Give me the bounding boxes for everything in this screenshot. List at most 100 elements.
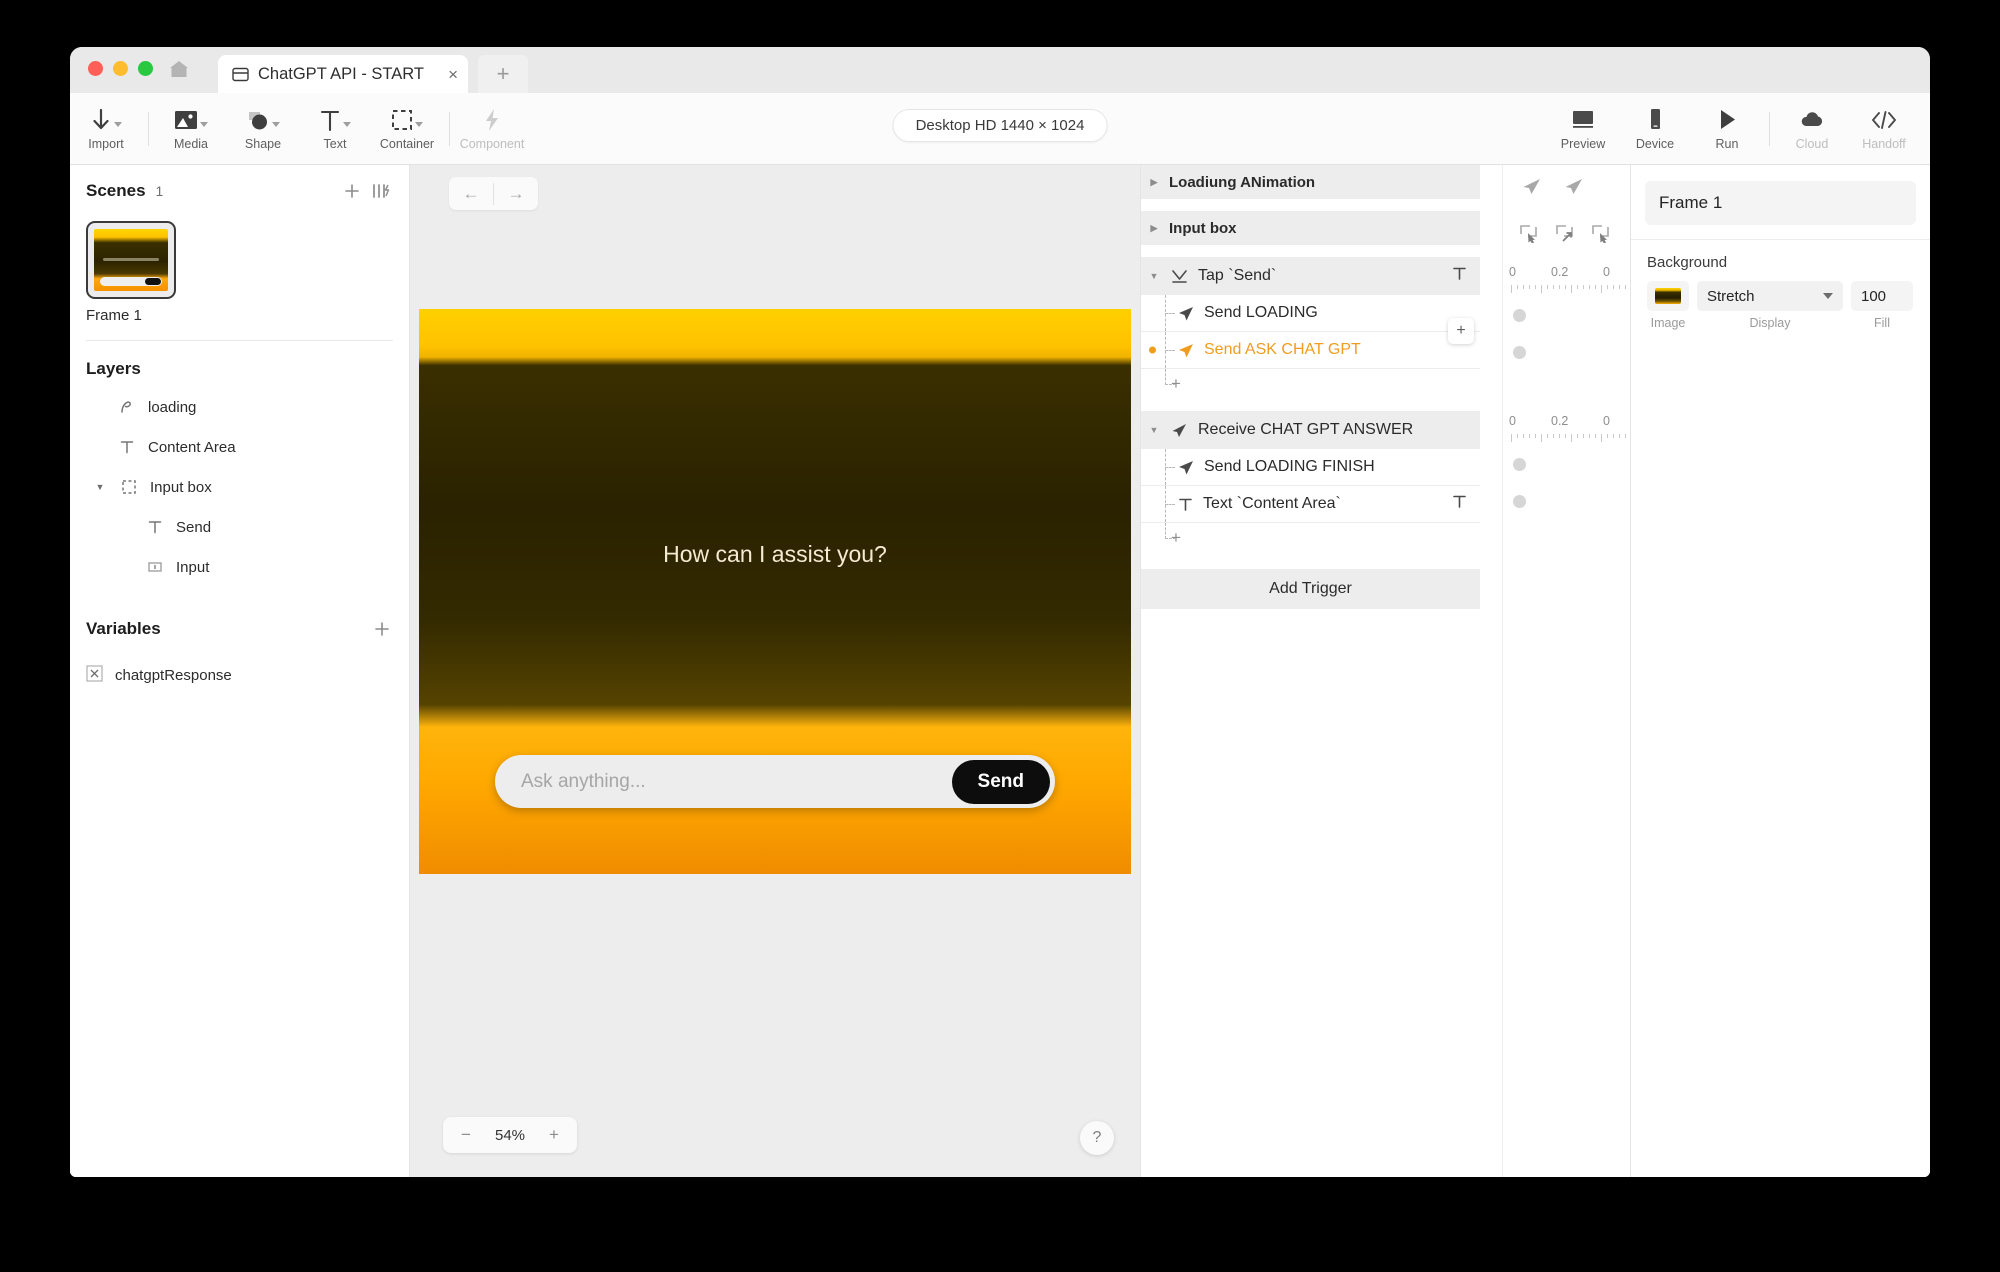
tool-component[interactable]: Component	[456, 93, 528, 164]
trigger-receive-chat-gpt-answer[interactable]: ▼ Receive CHAT GPT ANSWER	[1141, 411, 1480, 449]
receive-icon[interactable]	[1521, 177, 1543, 201]
action-send-ask-chat-gpt[interactable]: Send ASK CHAT GPT	[1141, 332, 1480, 369]
chevron-right-icon[interactable]: ▶	[1147, 223, 1161, 234]
scene-thumbnail-frame-1[interactable]	[86, 221, 176, 299]
layer-label: Input box	[150, 479, 212, 496]
tool-handoff-label: Handoff	[1862, 137, 1906, 151]
tool-shape-label: Shape	[245, 137, 281, 151]
tool-run[interactable]: Run	[1691, 93, 1763, 164]
move-frame-icon[interactable]	[1555, 224, 1575, 248]
add-variable-button[interactable]	[373, 620, 391, 638]
tool-cloud[interactable]: Cloud	[1776, 93, 1848, 164]
fill-input[interactable]: 100	[1851, 281, 1913, 311]
ruler-tick-1: 0.2	[1551, 265, 1568, 279]
tool-handoff[interactable]: Handoff	[1848, 93, 1920, 164]
close-tab-button[interactable]: ×	[448, 66, 458, 83]
trigger-group-label: Input box	[1169, 220, 1237, 237]
frame-name-field[interactable]: Frame 1	[1645, 181, 1916, 225]
variable-icon	[86, 665, 103, 686]
frame-input-bar[interactable]: Ask anything... Send	[495, 755, 1055, 808]
keyframe-dot[interactable]	[1513, 495, 1526, 508]
background-image-swatch[interactable]	[1647, 281, 1689, 311]
layer-item-input[interactable]: Input	[70, 547, 409, 587]
scenes-title: Scenes	[86, 181, 146, 201]
trigger-tap-send[interactable]: ▼ Tap `Send`	[1141, 257, 1480, 295]
tool-import[interactable]: Import	[70, 93, 142, 164]
action-send-loading-finish[interactable]: Send LOADING FINISH	[1141, 449, 1480, 486]
close-window-button[interactable]	[88, 61, 103, 76]
keyframe-dot[interactable]	[1513, 309, 1526, 322]
text-icon[interactable]	[1451, 493, 1468, 515]
action-send-loading[interactable]: Send LOADING +	[1141, 295, 1480, 332]
chevron-down-icon[interactable]: ▼	[92, 482, 108, 492]
nav-back-button[interactable]: ←	[449, 177, 493, 210]
frame-send-button[interactable]: Send	[952, 760, 1050, 804]
keyframe-dot[interactable]	[1513, 458, 1526, 471]
title-bar: ChatGPT API - START × +	[70, 47, 1930, 93]
tool-text[interactable]: Text	[299, 93, 371, 164]
layer-label: loading	[148, 399, 196, 416]
trigger-group-input-box[interactable]: ▶ Input box	[1141, 211, 1480, 245]
tool-component-label: Component	[460, 137, 525, 151]
home-icon[interactable]	[168, 59, 190, 79]
keyframe-dot[interactable]	[1513, 346, 1526, 359]
text-icon[interactable]	[1451, 265, 1468, 287]
zoom-in-button[interactable]: +	[541, 1125, 567, 1145]
tool-preview[interactable]: Preview	[1547, 93, 1619, 164]
tool-device[interactable]: Device	[1619, 93, 1691, 164]
select-frame-icon[interactable]	[1519, 224, 1539, 248]
zoom-level: 54%	[483, 1127, 537, 1144]
add-scene-button[interactable]	[343, 182, 361, 200]
scene-layout-icon[interactable]	[371, 182, 391, 200]
archive-icon	[232, 67, 249, 82]
help-button[interactable]: ?	[1080, 1121, 1114, 1155]
add-action-row[interactable]: +	[1141, 369, 1480, 399]
layer-item-send[interactable]: Send	[70, 507, 409, 547]
lottie-icon	[116, 398, 138, 416]
add-trigger-button[interactable]: Add Trigger	[1141, 569, 1480, 609]
new-tab-button[interactable]: +	[478, 55, 528, 93]
zoom-out-button[interactable]: −	[453, 1125, 479, 1145]
send-icon	[1177, 459, 1195, 476]
nav-forward-button[interactable]: →	[494, 177, 538, 210]
layer-item-loading[interactable]: loading	[70, 387, 409, 427]
ruler-tick-1: 0.2	[1551, 414, 1568, 428]
background-image-control: Image	[1647, 281, 1689, 330]
tool-media[interactable]: Media	[155, 93, 227, 164]
add-action-row-2[interactable]: +	[1141, 523, 1480, 553]
receive-icon[interactable]	[1563, 177, 1585, 201]
variable-item-chatgptresponse[interactable]: chatgptResponse	[70, 655, 409, 695]
tool-run-label: Run	[1716, 137, 1739, 151]
pick-frame-icon[interactable]	[1591, 224, 1611, 248]
keyframe-row-send-loading[interactable]	[1503, 297, 1630, 334]
window-controls	[88, 61, 153, 76]
browser-tab[interactable]: ChatGPT API - START ×	[218, 55, 468, 93]
layer-item-content-area[interactable]: Content Area	[70, 427, 409, 467]
canvas[interactable]: ← → How can I assist you? Ask anything..…	[410, 165, 1140, 1177]
maximize-window-button[interactable]	[138, 61, 153, 76]
layer-item-input-box[interactable]: ▼ Input box	[70, 467, 409, 507]
background-image-label: Image	[1651, 316, 1686, 330]
chevron-down-icon[interactable]: ▼	[1147, 425, 1161, 435]
action-text-content-area[interactable]: Text `Content Area`	[1141, 486, 1480, 523]
add-action-button[interactable]: +	[1448, 318, 1474, 344]
scenes-header: Scenes 1	[70, 165, 409, 217]
timeline-receive-icons	[1503, 165, 1630, 213]
chevron-right-icon[interactable]: ▶	[1147, 177, 1161, 188]
device-size-selector[interactable]: Desktop HD 1440 × 1024	[893, 109, 1108, 142]
frame-input-placeholder[interactable]: Ask anything...	[521, 771, 952, 793]
tool-container[interactable]: Container	[371, 93, 443, 164]
keyframe-row-send-ask-chat-gpt[interactable]	[1503, 334, 1630, 371]
tool-shape[interactable]: Shape	[227, 93, 299, 164]
tool-preview-label: Preview	[1561, 137, 1605, 151]
tool-text-label: Text	[324, 137, 347, 151]
keyframe-row-text-content-area[interactable]	[1503, 483, 1630, 520]
minimize-window-button[interactable]	[113, 61, 128, 76]
display-mode-select[interactable]: Stretch	[1697, 281, 1843, 311]
chevron-down-icon[interactable]: ▼	[1147, 271, 1161, 281]
design-frame[interactable]: How can I assist you? Ask anything... Se…	[419, 309, 1131, 874]
toolbar-right-group: Preview Device Run Cloud	[1547, 93, 1920, 164]
timeline-cursor-icons	[1503, 213, 1630, 259]
trigger-group-loading-animation[interactable]: ▶ Loadiung ANimation	[1141, 165, 1480, 199]
keyframe-row-send-loading-finish[interactable]	[1503, 446, 1630, 483]
